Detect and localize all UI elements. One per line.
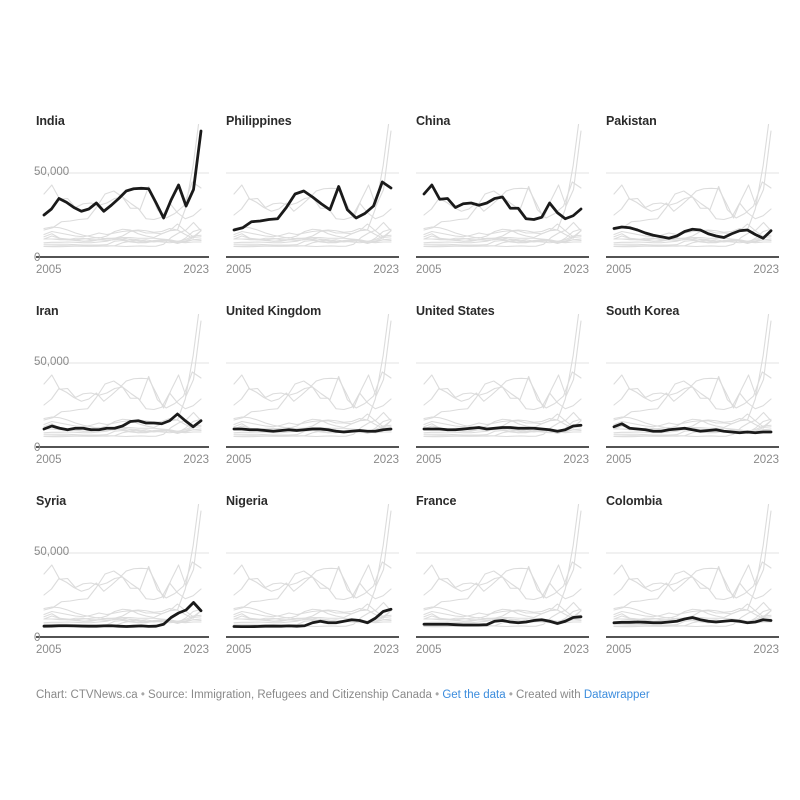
plot-area: [36, 504, 209, 642]
x-axis-ticks: 2005 2023: [36, 454, 209, 470]
x-tick-end: 2023: [373, 264, 399, 276]
panel-title: Iran: [36, 304, 59, 318]
plot-area: [606, 124, 779, 262]
x-tick-end: 2023: [753, 454, 779, 466]
x-tick-end: 2023: [373, 454, 399, 466]
panel-title: France: [416, 494, 457, 508]
x-tick-start: 2005: [36, 264, 62, 276]
datawrapper-link[interactable]: Datawrapper: [584, 689, 650, 701]
panel-title: Colombia: [606, 494, 663, 508]
panel-nigeria: Nigeria 2005 2023: [226, 488, 399, 678]
x-tick-start: 2005: [416, 454, 442, 466]
x-tick-end: 2023: [183, 264, 209, 276]
x-tick-end: 2023: [563, 264, 589, 276]
x-tick-start: 2005: [36, 644, 62, 656]
x-tick-end: 2023: [563, 454, 589, 466]
small-multiples-chart: India 50,000 0 2005 2023 Philippines 2005 2023 C…: [0, 0, 800, 800]
chart-footer: Chart: CTVNews.ca • Source: Immigration,…: [36, 689, 650, 701]
y-axis-label-0: 0: [34, 252, 41, 264]
panel-grid: India 50,000 0 2005 2023 Philippines 2005 2023 C…: [34, 108, 780, 678]
y-axis-label-50000: 50,000: [34, 166, 70, 178]
plot-area: [416, 504, 589, 642]
x-tick-start: 2005: [226, 644, 252, 656]
panel-china: China 2005 2023: [416, 108, 589, 298]
panel-title: India: [36, 114, 65, 128]
plot-area: [226, 314, 399, 452]
x-tick-start: 2005: [606, 454, 632, 466]
plot-area: [606, 504, 779, 642]
panel-syria: Syria 50,000 0 2005 2023: [34, 488, 209, 678]
x-axis-ticks: 2005 2023: [606, 454, 779, 470]
x-axis-ticks: 2005 2023: [226, 264, 399, 280]
panel-title: China: [416, 114, 451, 128]
panel-title: Philippines: [226, 114, 292, 128]
plot-area: [606, 314, 779, 452]
panel-title: Nigeria: [226, 494, 268, 508]
panel-title: South Korea: [606, 304, 680, 318]
x-axis-ticks: 2005 2023: [416, 454, 589, 470]
panel-united-kingdom: United Kingdom 2005 2023: [226, 298, 399, 488]
footer-separator-1: •: [140, 689, 145, 701]
x-axis-ticks: 2005 2023: [226, 454, 399, 470]
x-axis-ticks: 2005 2023: [606, 264, 779, 280]
x-tick-start: 2005: [226, 454, 252, 466]
x-axis-ticks: 2005 2023: [226, 644, 399, 660]
plot-area: [226, 504, 399, 642]
panel-title: United States: [416, 304, 495, 318]
x-axis-ticks: 2005 2023: [416, 644, 589, 660]
panel-iran: Iran 50,000 0 2005 2023: [34, 298, 209, 488]
panel-title: Syria: [36, 494, 67, 508]
x-axis-ticks: 2005 2023: [416, 264, 589, 280]
x-tick-start: 2005: [416, 264, 442, 276]
footer-separator-3: •: [508, 689, 513, 701]
x-axis-ticks: 2005 2023: [36, 644, 209, 660]
y-axis-label-0: 0: [34, 442, 41, 454]
x-tick-start: 2005: [226, 264, 252, 276]
plot-area: [226, 124, 399, 262]
footer-source: Source: Immigration, Refugees and Citize…: [148, 689, 432, 701]
y-axis-label-50000: 50,000: [34, 546, 70, 558]
x-tick-start: 2005: [606, 644, 632, 656]
x-tick-start: 2005: [36, 454, 62, 466]
x-tick-end: 2023: [753, 644, 779, 656]
y-axis-label-0: 0: [34, 632, 41, 644]
panel-title: United Kingdom: [226, 304, 322, 318]
panel-title: Pakistan: [606, 114, 657, 128]
x-tick-end: 2023: [373, 644, 399, 656]
panel-india: India 50,000 0 2005 2023: [34, 108, 209, 298]
plot-area: [416, 124, 589, 262]
footer-chart-credit: Chart: CTVNews.ca: [36, 689, 138, 701]
x-tick-end: 2023: [183, 454, 209, 466]
panel-south-korea: South Korea 2005 2023: [606, 298, 779, 488]
y-axis-label-50000: 50,000: [34, 356, 70, 368]
panel-philippines: Philippines 2005 2023: [226, 108, 399, 298]
x-tick-start: 2005: [416, 644, 442, 656]
panel-pakistan: Pakistan 2005 2023: [606, 108, 779, 298]
x-tick-end: 2023: [563, 644, 589, 656]
panel-colombia: Colombia 2005 2023: [606, 488, 779, 678]
plot-area: [36, 124, 209, 262]
panel-france: France 2005 2023: [416, 488, 589, 678]
x-tick-end: 2023: [183, 644, 209, 656]
footer-separator-2: •: [435, 689, 440, 701]
plot-area: [416, 314, 589, 452]
footer-created-with-prefix: Created with: [516, 689, 581, 701]
x-tick-end: 2023: [753, 264, 779, 276]
panel-united-states: United States 2005 2023: [416, 298, 589, 488]
x-axis-ticks: 2005 2023: [606, 644, 779, 660]
plot-area: [36, 314, 209, 452]
x-axis-ticks: 2005 2023: [36, 264, 209, 280]
x-tick-start: 2005: [606, 264, 632, 276]
get-the-data-link[interactable]: Get the data: [442, 689, 505, 701]
